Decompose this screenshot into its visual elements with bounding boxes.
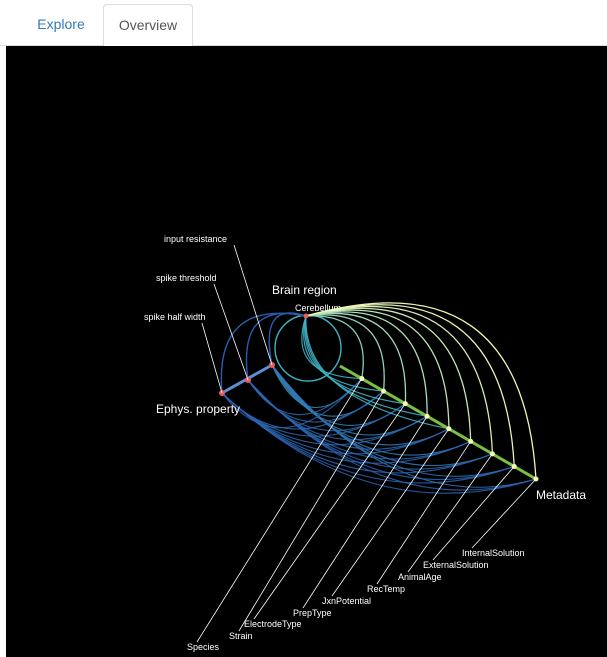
node-label-metadata: Species	[187, 642, 220, 652]
axis-label-metadata: Metadata	[536, 488, 586, 502]
leader-line	[233, 244, 273, 366]
node-label-metadata: Strain	[229, 631, 253, 641]
ephys-metadata-link	[271, 364, 471, 456]
inner-link	[304, 315, 406, 405]
node-label-metadata: ElectrodeType	[244, 619, 302, 629]
tab-overview[interactable]: Overview	[103, 4, 193, 47]
hive-axes	[221, 363, 537, 481]
axis-label-brain-region: Brain region	[272, 283, 337, 297]
brain-metadata-link	[305, 315, 364, 379]
tab-bar: Explore Overview	[0, 0, 607, 47]
leader-line	[213, 283, 249, 381]
node-label-metadata: RecTemp	[367, 584, 405, 594]
tab-explore[interactable]: Explore	[22, 4, 100, 46]
node-label-ephys: spike half width	[144, 312, 206, 322]
brain-metadata-link	[305, 307, 472, 442]
brain-metadata-link	[305, 312, 407, 404]
hive-plot: Brain region Ephys. property Metadata Cereb…	[144, 234, 586, 652]
hive-links	[220, 302, 537, 494]
ephys-metadata-link	[271, 364, 493, 467]
node-label-cerebellum: Cerebellum	[295, 303, 341, 313]
node-label-ephys: spike threshold	[156, 273, 217, 283]
inner-link	[304, 315, 428, 417]
hive-labels: Brain region Ephys. property Metadata Cereb…	[144, 234, 586, 652]
ephys-brain-link	[268, 312, 307, 366]
leader-line	[201, 322, 223, 394]
hive-plot-canvas: Brain region Ephys. property Metadata Cereb…	[6, 46, 607, 657]
node-label-ephys: input resistance	[164, 234, 227, 244]
node-label-metadata: AnimalAge	[398, 572, 442, 582]
brain-node[interactable]	[303, 313, 309, 319]
ephys-metadata-link	[221, 392, 493, 474]
ephys-metadata-link	[221, 392, 406, 437]
ephys-brain-link	[220, 312, 307, 394]
axis-label-ephys: Ephys. property	[156, 402, 240, 416]
node-label-metadata: PrepType	[293, 608, 332, 618]
node-label-metadata: JxnPotential	[322, 596, 371, 606]
node-label-metadata: InternalSolution	[462, 548, 525, 558]
node-label-metadata: ExternalSolution	[423, 560, 489, 570]
